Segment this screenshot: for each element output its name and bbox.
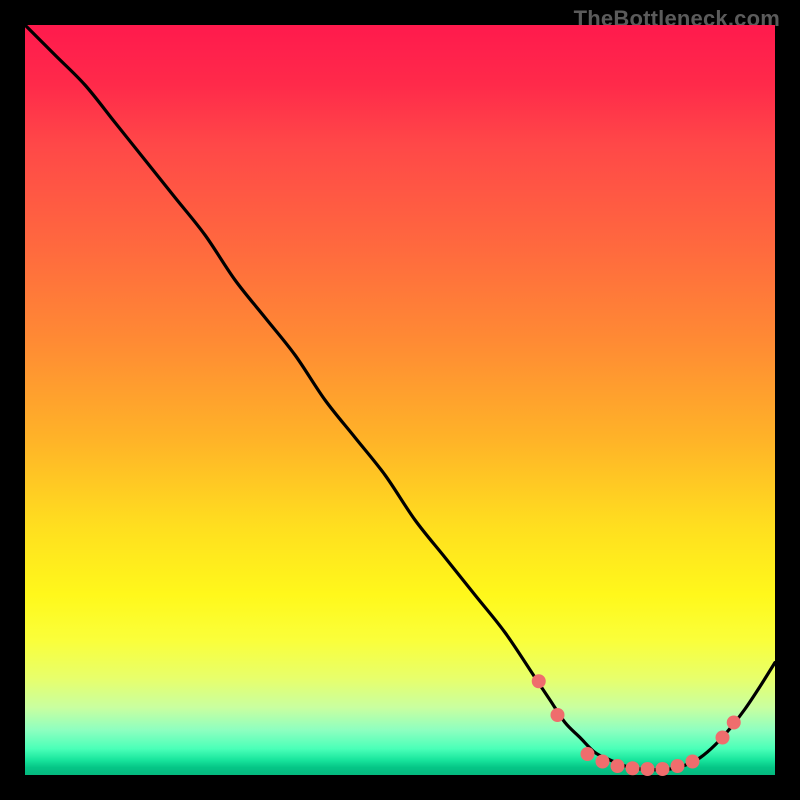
chart-svg (25, 25, 775, 775)
data-marker (551, 708, 565, 722)
chart-plot-area (25, 25, 775, 775)
data-marker (671, 759, 685, 773)
data-marker (532, 674, 546, 688)
data-marker (686, 755, 700, 769)
data-marker (641, 762, 655, 776)
data-marker (596, 755, 610, 769)
data-markers (532, 674, 741, 776)
data-marker (727, 716, 741, 730)
data-marker (656, 762, 670, 776)
data-marker (626, 761, 640, 775)
data-marker (716, 731, 730, 745)
bottleneck-curve (25, 25, 775, 770)
data-marker (611, 759, 625, 773)
data-marker (581, 747, 595, 761)
